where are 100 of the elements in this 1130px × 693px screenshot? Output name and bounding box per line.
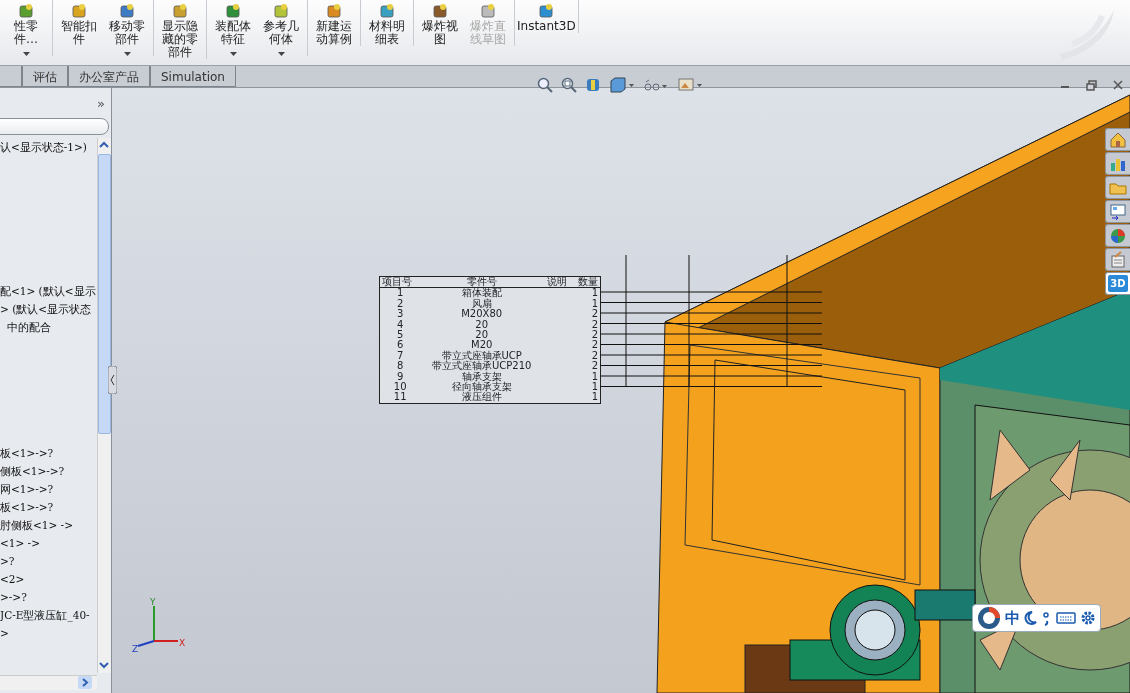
tree-item[interactable]: 认<显示状态-1>)	[0, 140, 87, 154]
moon-icon[interactable]	[1024, 610, 1038, 626]
zoom-area-icon[interactable]	[561, 77, 577, 93]
sphere-icon	[1109, 226, 1127, 245]
tool-icon	[431, 2, 449, 20]
scroll-right-icon[interactable]	[78, 676, 92, 689]
section-view-icon[interactable]	[585, 77, 601, 93]
axis-triad-icon	[137, 605, 179, 647]
tool-icon	[70, 2, 88, 20]
tree-item[interactable]: > (默认<显示状态	[0, 302, 92, 316]
table-cell: 带立式座轴承UCP210	[431, 360, 532, 372]
toolbar-button[interactable]: 参考几何体	[257, 0, 305, 56]
toolbar-button[interactable]: 新建运动算例	[310, 0, 358, 46]
tree-item[interactable]: 板<1>->?	[0, 500, 54, 514]
table-cell: 20	[475, 318, 489, 330]
cube-icon[interactable]	[609, 77, 635, 93]
home-icon	[1109, 130, 1127, 149]
tab[interactable]: 办公室产品	[68, 66, 150, 87]
tree-item[interactable]: 侧板<1>->?	[0, 464, 65, 478]
tree-item[interactable]: <2>	[0, 572, 25, 586]
table-cell: 箱体装配	[461, 287, 502, 299]
caret-icon	[277, 52, 285, 56]
restore-icon[interactable]	[1086, 79, 1097, 91]
toolbar-button[interactable]: 智能扣件	[55, 0, 103, 56]
task-pane-tab[interactable]	[1105, 200, 1130, 223]
table-cell: 2	[397, 297, 404, 309]
column-header: 数量	[571, 276, 601, 288]
table-cell: 1	[591, 381, 598, 393]
table-cell: 1	[591, 370, 598, 382]
table-cell: 2	[591, 339, 598, 351]
table-cell: 7	[397, 349, 404, 361]
table-cell: M20	[471, 339, 493, 351]
tree-item[interactable]: 肘侧板<1> ->	[0, 518, 73, 532]
table-cell: 轴承支架	[461, 370, 502, 382]
task-pane-tab[interactable]: 3D	[1105, 272, 1130, 295]
task-pane-tab[interactable]	[1105, 224, 1130, 247]
close-icon[interactable]	[1113, 80, 1123, 90]
toolbar-button[interactable]: 显示隐藏的零部件	[156, 0, 204, 59]
column-header: 零件号	[420, 276, 543, 288]
glasses-icon[interactable]	[643, 77, 669, 93]
view-palette-icon	[1109, 202, 1127, 221]
punctuation-icon[interactable]	[1042, 610, 1052, 626]
tree-item[interactable]: 网<1>->?	[0, 482, 54, 496]
keyboard-icon[interactable]	[1056, 611, 1076, 625]
table-cell: 带立式座轴承UCP	[441, 349, 522, 361]
axis-label: Y	[150, 597, 156, 607]
task-pane-tab[interactable]	[1105, 128, 1130, 151]
expand-button[interactable]: »	[97, 94, 105, 114]
tool-icon	[118, 2, 136, 20]
tool-icon	[171, 2, 189, 20]
table-cell: 1	[591, 391, 598, 403]
tree-item[interactable]: >->?	[0, 590, 27, 604]
tree-item[interactable]: 配<1> (默认<显示	[0, 284, 96, 298]
table-cell: 11	[393, 391, 407, 403]
table-cell: 2	[591, 318, 598, 330]
table-cell: 2	[591, 308, 598, 320]
tab[interactable]: Simulation	[150, 66, 236, 87]
task-pane-tab[interactable]	[1105, 152, 1130, 175]
zoom-fit-icon[interactable]	[537, 77, 553, 93]
caret-icon	[229, 52, 237, 56]
table-cell: 1	[397, 287, 404, 299]
collapse-handle-icon[interactable]	[108, 366, 117, 394]
caret-icon	[123, 52, 131, 56]
tool-icon	[272, 2, 290, 20]
column-header: 说明	[543, 276, 572, 288]
scene-icon[interactable]	[677, 77, 703, 93]
toolbar-button[interactable]: 性零件…	[2, 0, 50, 56]
filter-field[interactable]	[0, 118, 109, 135]
scroll-thumb[interactable]	[98, 154, 111, 434]
scroll-up-icon[interactable]	[99, 140, 109, 150]
document-icon	[1109, 250, 1127, 269]
tool-icon	[537, 2, 556, 20]
scroll-down-icon[interactable]	[99, 660, 109, 670]
input-mode-toggle[interactable]: 中	[1005, 606, 1020, 630]
table-cell: 4	[397, 318, 404, 330]
toolbar-button[interactable]: 材料明细表	[363, 0, 411, 46]
vertical-scrollbar[interactable]	[97, 138, 111, 673]
toolbar-button[interactable]: 装配体特征	[209, 0, 257, 56]
table-cell: 2	[591, 349, 598, 361]
toolbar-button[interactable]: Instant3D	[517, 0, 576, 33]
tree-item[interactable]: 中的配合	[0, 320, 51, 334]
axis-label: Z	[132, 644, 139, 654]
tool-icon	[224, 2, 242, 20]
caret-icon	[22, 52, 30, 56]
toolbar-button[interactable]: 爆炸视图	[416, 0, 464, 46]
tree-item[interactable]: >?	[0, 554, 15, 568]
ime-logo-icon[interactable]	[977, 606, 1001, 630]
table-cell: 3	[397, 308, 404, 320]
tree-item[interactable]: >	[0, 626, 9, 640]
tab[interactable]	[0, 66, 22, 87]
table-cell: 10	[393, 381, 407, 393]
settings-icon[interactable]	[1080, 610, 1096, 626]
axis-label: X	[179, 638, 186, 648]
toolbar-button[interactable]: 移动零部件	[103, 0, 151, 56]
table-cell: 1	[591, 297, 598, 309]
task-pane-tab[interactable]	[1105, 248, 1130, 271]
tree-item[interactable]: <1> ->	[0, 536, 40, 550]
table-cell: 8	[397, 360, 404, 372]
tree-item[interactable]: 板<1>->?	[0, 446, 54, 460]
tab[interactable]: 评估	[22, 66, 68, 87]
